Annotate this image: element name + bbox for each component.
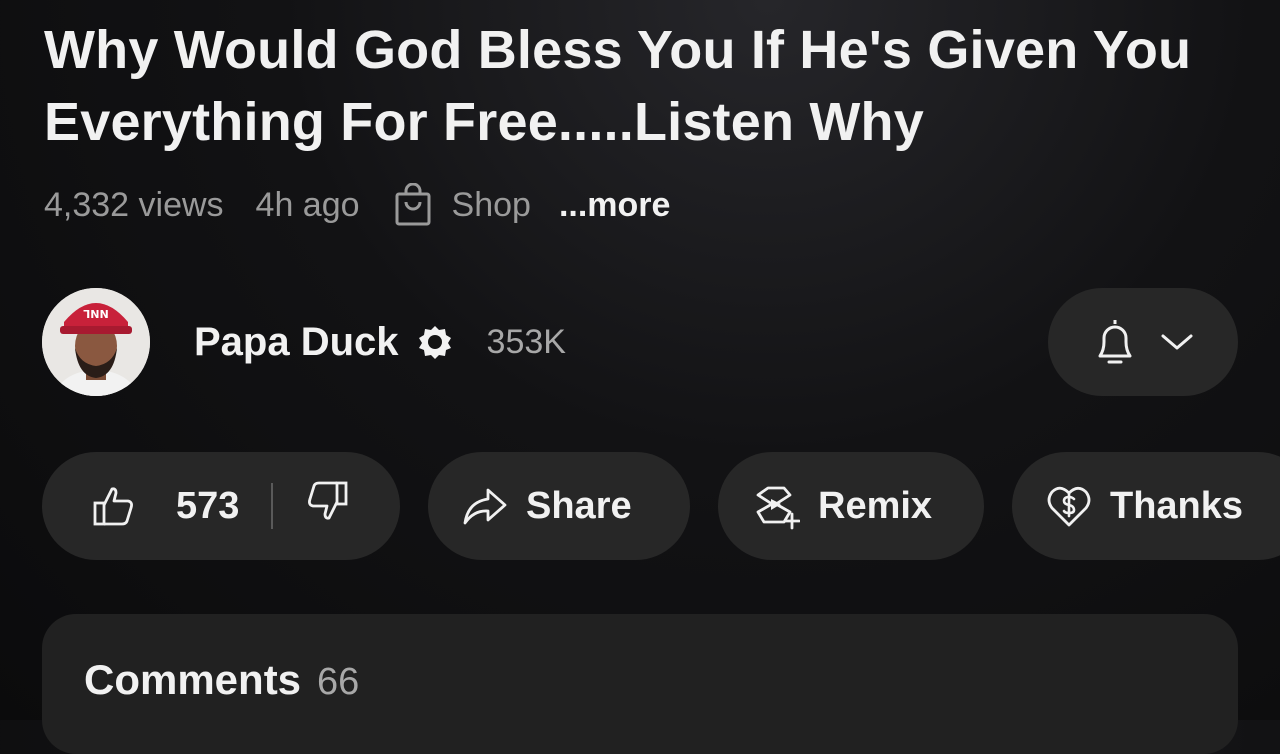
upload-age: 4h ago [255, 185, 360, 224]
like-dislike-group: 573 [42, 452, 400, 560]
avatar-image: NNL [42, 288, 150, 396]
thanks-button[interactable]: Thanks [1012, 452, 1280, 560]
channel-row: NNL Papa Duck 353K [42, 288, 1242, 396]
shop-link[interactable]: Shop [394, 183, 531, 227]
video-title: Why Would God Bless You If He's Given Yo… [44, 20, 1192, 152]
share-label: Share [526, 484, 632, 527]
shopping-bag-icon [395, 183, 431, 226]
share-button[interactable]: Share [428, 452, 690, 560]
comments-title: Comments [84, 656, 302, 703]
thumbs-down-icon [308, 481, 348, 520]
verified-badge-icon [417, 324, 453, 360]
shop-label: Shop [451, 185, 531, 224]
bell-icon [1098, 320, 1132, 364]
thanks-label: Thanks [1110, 484, 1244, 527]
subscriber-count: 353K [486, 322, 566, 361]
action-bar: 573 Share Remix Thanks [42, 452, 1280, 560]
thanks-heart-dollar-icon [1047, 486, 1091, 527]
like-button[interactable]: 573 [42, 484, 239, 528]
remix-button[interactable]: Remix [718, 452, 984, 560]
comments-panel[interactable]: Comments 66 [42, 614, 1238, 754]
like-count: 573 [176, 484, 240, 527]
more-button[interactable]: ...more [559, 186, 670, 225]
avatar[interactable]: NNL [42, 288, 150, 396]
thumbs-up-icon [93, 487, 133, 526]
share-arrow-icon [463, 488, 507, 525]
notification-bell-button[interactable] [1048, 288, 1238, 396]
remix-label: Remix [818, 484, 933, 527]
chevron-down-icon [1161, 334, 1193, 350]
like-divider [271, 483, 274, 529]
comments-header: Comments 66 [84, 656, 359, 704]
view-count: 4,332 views [44, 185, 224, 224]
comments-count: 66 [317, 661, 360, 703]
svg-text:NNL: NNL [83, 307, 108, 320]
channel-name[interactable]: Papa Duck [194, 320, 399, 365]
remix-icon [756, 486, 800, 530]
dislike-button[interactable] [305, 479, 349, 533]
video-meta: 4,332 views 4h ago Shop ...more [44, 180, 670, 230]
